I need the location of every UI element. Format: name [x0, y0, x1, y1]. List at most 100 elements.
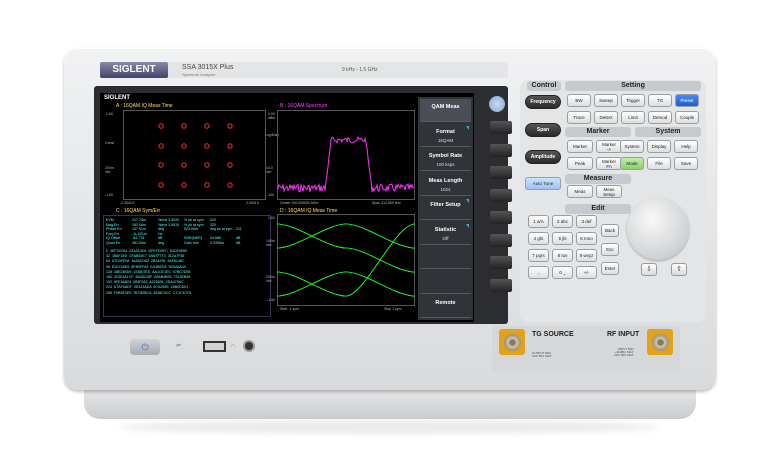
- keypad-button-6[interactable]: 7 pqrs: [528, 249, 549, 262]
- metric-row: Quad Err 381.69m deg Gain Imb 3.0336m dB: [106, 240, 241, 245]
- softkey-8[interactable]: Remote: [420, 295, 471, 318]
- trace-a-x-right: 2.34413: [246, 201, 259, 205]
- system-mode-button[interactable]: Mode: [620, 157, 644, 170]
- system-system-button[interactable]: System: [620, 140, 644, 153]
- softkey-7[interactable]: [420, 271, 471, 294]
- keypad-button-11[interactable]: +/-: [576, 266, 597, 279]
- measure-section-title: Measure: [565, 174, 631, 184]
- constellation-point: [181, 123, 187, 129]
- eye-trace: [277, 223, 415, 297]
- edit-enter-button[interactable]: Enter: [601, 262, 619, 275]
- marker-button-2[interactable]: Peak: [567, 157, 593, 170]
- edit-section-title: Edit: [565, 204, 631, 214]
- constellation-point: [158, 182, 164, 188]
- setting-section-title: Setting: [565, 81, 701, 91]
- setting-bw-button[interactable]: BW: [567, 94, 591, 107]
- eye-trace: [277, 271, 415, 297]
- trace-a-y-label: Const: [105, 141, 115, 145]
- keypad-button-3[interactable]: 4 ghi: [528, 232, 549, 245]
- marker-button-0[interactable]: Marker: [567, 140, 593, 153]
- softkey-6[interactable]: [420, 246, 471, 269]
- softkey-0[interactable]: QAM Meas: [420, 99, 471, 122]
- constellation-point: [227, 143, 233, 149]
- siglent-logo: SIGLENT: [100, 62, 168, 78]
- setting-detect-button[interactable]: Detect: [594, 111, 618, 124]
- setting-demod-button[interactable]: Demod: [648, 111, 672, 124]
- eye-trace: [277, 271, 415, 297]
- setting-preset-button[interactable]: Preset: [675, 94, 699, 107]
- constellation-point: [204, 162, 210, 168]
- eye-trace: [277, 271, 415, 297]
- keypad-button-7[interactable]: 8 tuv: [552, 249, 573, 262]
- trace-b-title: B : 16QAM Spectrum: [280, 103, 328, 109]
- setting-sweep-button[interactable]: Sweep: [594, 94, 618, 107]
- up-arrow-button[interactable]: ⇧: [671, 263, 687, 276]
- eye-trace: [277, 223, 415, 249]
- eye-trace: [277, 223, 415, 297]
- measure-button-0[interactable]: Meas: [567, 185, 593, 198]
- symbol-error-table: EVM 217.78m %rms 3.5020% pk at sym 320 Mag E…: [103, 215, 271, 317]
- side-softkey-button-6[interactable]: [490, 233, 512, 247]
- rotary-knob[interactable]: [627, 198, 689, 260]
- eye-trace: [277, 271, 415, 297]
- softkey-3[interactable]: Meas Length 1024: [420, 173, 471, 196]
- setting-tg-button[interactable]: TG: [648, 94, 672, 107]
- system-file-button[interactable]: File: [647, 157, 671, 170]
- setting-limit-button[interactable]: Limit: [621, 111, 645, 124]
- system-save-button[interactable]: Save: [674, 157, 698, 170]
- constellation-point: [227, 162, 233, 168]
- tg-source-connector[interactable]: [499, 329, 525, 355]
- side-softkey-button-2[interactable]: [490, 143, 512, 157]
- keypad-button-2[interactable]: 3 def: [576, 215, 597, 228]
- keypad-button-0[interactable]: 1 a/A: [528, 215, 549, 228]
- softkey-5[interactable]: Statistic Off: [420, 222, 471, 245]
- side-softkey-button-3[interactable]: [490, 166, 512, 179]
- eye-trace: [277, 223, 415, 249]
- marker-section-title: Marker: [565, 127, 631, 137]
- eye-trace: [277, 223, 415, 249]
- constellation-point: [204, 143, 210, 149]
- rf-input-connector[interactable]: [647, 329, 673, 355]
- side-softkey-button-1[interactable]: [490, 121, 512, 134]
- eye-trace: [277, 223, 415, 297]
- power-button[interactable]: ⏻: [130, 339, 160, 355]
- control-span-button[interactable]: Span: [525, 123, 561, 137]
- eye-trace: [277, 223, 415, 249]
- side-softkey-button-5[interactable]: [490, 211, 512, 224]
- setting-trigger-button[interactable]: Trigger: [621, 94, 645, 107]
- eye-trace: [277, 271, 415, 297]
- marker-button-3[interactable]: Marker Fn: [596, 157, 622, 170]
- system-help-button[interactable]: Help: [674, 140, 698, 153]
- keypad-button-9[interactable]: . ,: [528, 266, 549, 279]
- screen-home-icon[interactable]: [489, 96, 505, 112]
- edit-back-button[interactable]: Back: [601, 224, 619, 237]
- setting-couple-button[interactable]: Couple: [675, 111, 699, 124]
- keypad-button-10[interactable]: 0 _: [552, 266, 573, 279]
- softkey-menu: QAM Meas Format 16QAM Symbol Rate 100 ksps Me…: [418, 97, 473, 320]
- trace-c-title: C : 16QAM Sym/Err: [116, 208, 161, 214]
- trace-b-x-right: Span 312.500 kHz: [372, 201, 401, 205]
- setting-trace-button[interactable]: Trace: [567, 111, 591, 124]
- control-auto-tune-button[interactable]: Auto Tune: [525, 177, 561, 190]
- system-display-button[interactable]: Display: [647, 140, 671, 153]
- control-frequency-button[interactable]: Frequency: [525, 95, 561, 109]
- probe-power-jack[interactable]: [243, 340, 255, 352]
- down-arrow-button[interactable]: ⇩: [641, 263, 657, 276]
- usb-port[interactable]: [203, 341, 226, 352]
- keypad-button-4[interactable]: 5 jkl: [552, 232, 573, 245]
- marker-button-1[interactable]: Marker ->: [596, 140, 622, 153]
- keypad-button-8[interactable]: 9 wxyz: [576, 249, 597, 262]
- measure-button-1[interactable]: Meas Setup: [596, 185, 622, 198]
- control-amplitude-button[interactable]: Amplitude: [525, 150, 561, 164]
- edit-esc-button[interactable]: Esc: [601, 243, 619, 256]
- softkey-1[interactable]: Format 16QAM: [420, 124, 471, 147]
- side-softkey-button-7[interactable]: [490, 256, 512, 269]
- side-softkey-button-4[interactable]: [490, 188, 512, 202]
- softkey-4[interactable]: Filter Setup: [420, 197, 471, 220]
- keypad-button-1[interactable]: 2 abc: [552, 215, 573, 228]
- keypad-button-5[interactable]: 6 mno: [576, 232, 597, 245]
- side-softkey-button-8[interactable]: [490, 278, 512, 292]
- eye-trace: [277, 271, 415, 297]
- softkey-2[interactable]: Symbol Rate 100 ksps: [420, 148, 471, 171]
- eye-trace: [277, 223, 415, 297]
